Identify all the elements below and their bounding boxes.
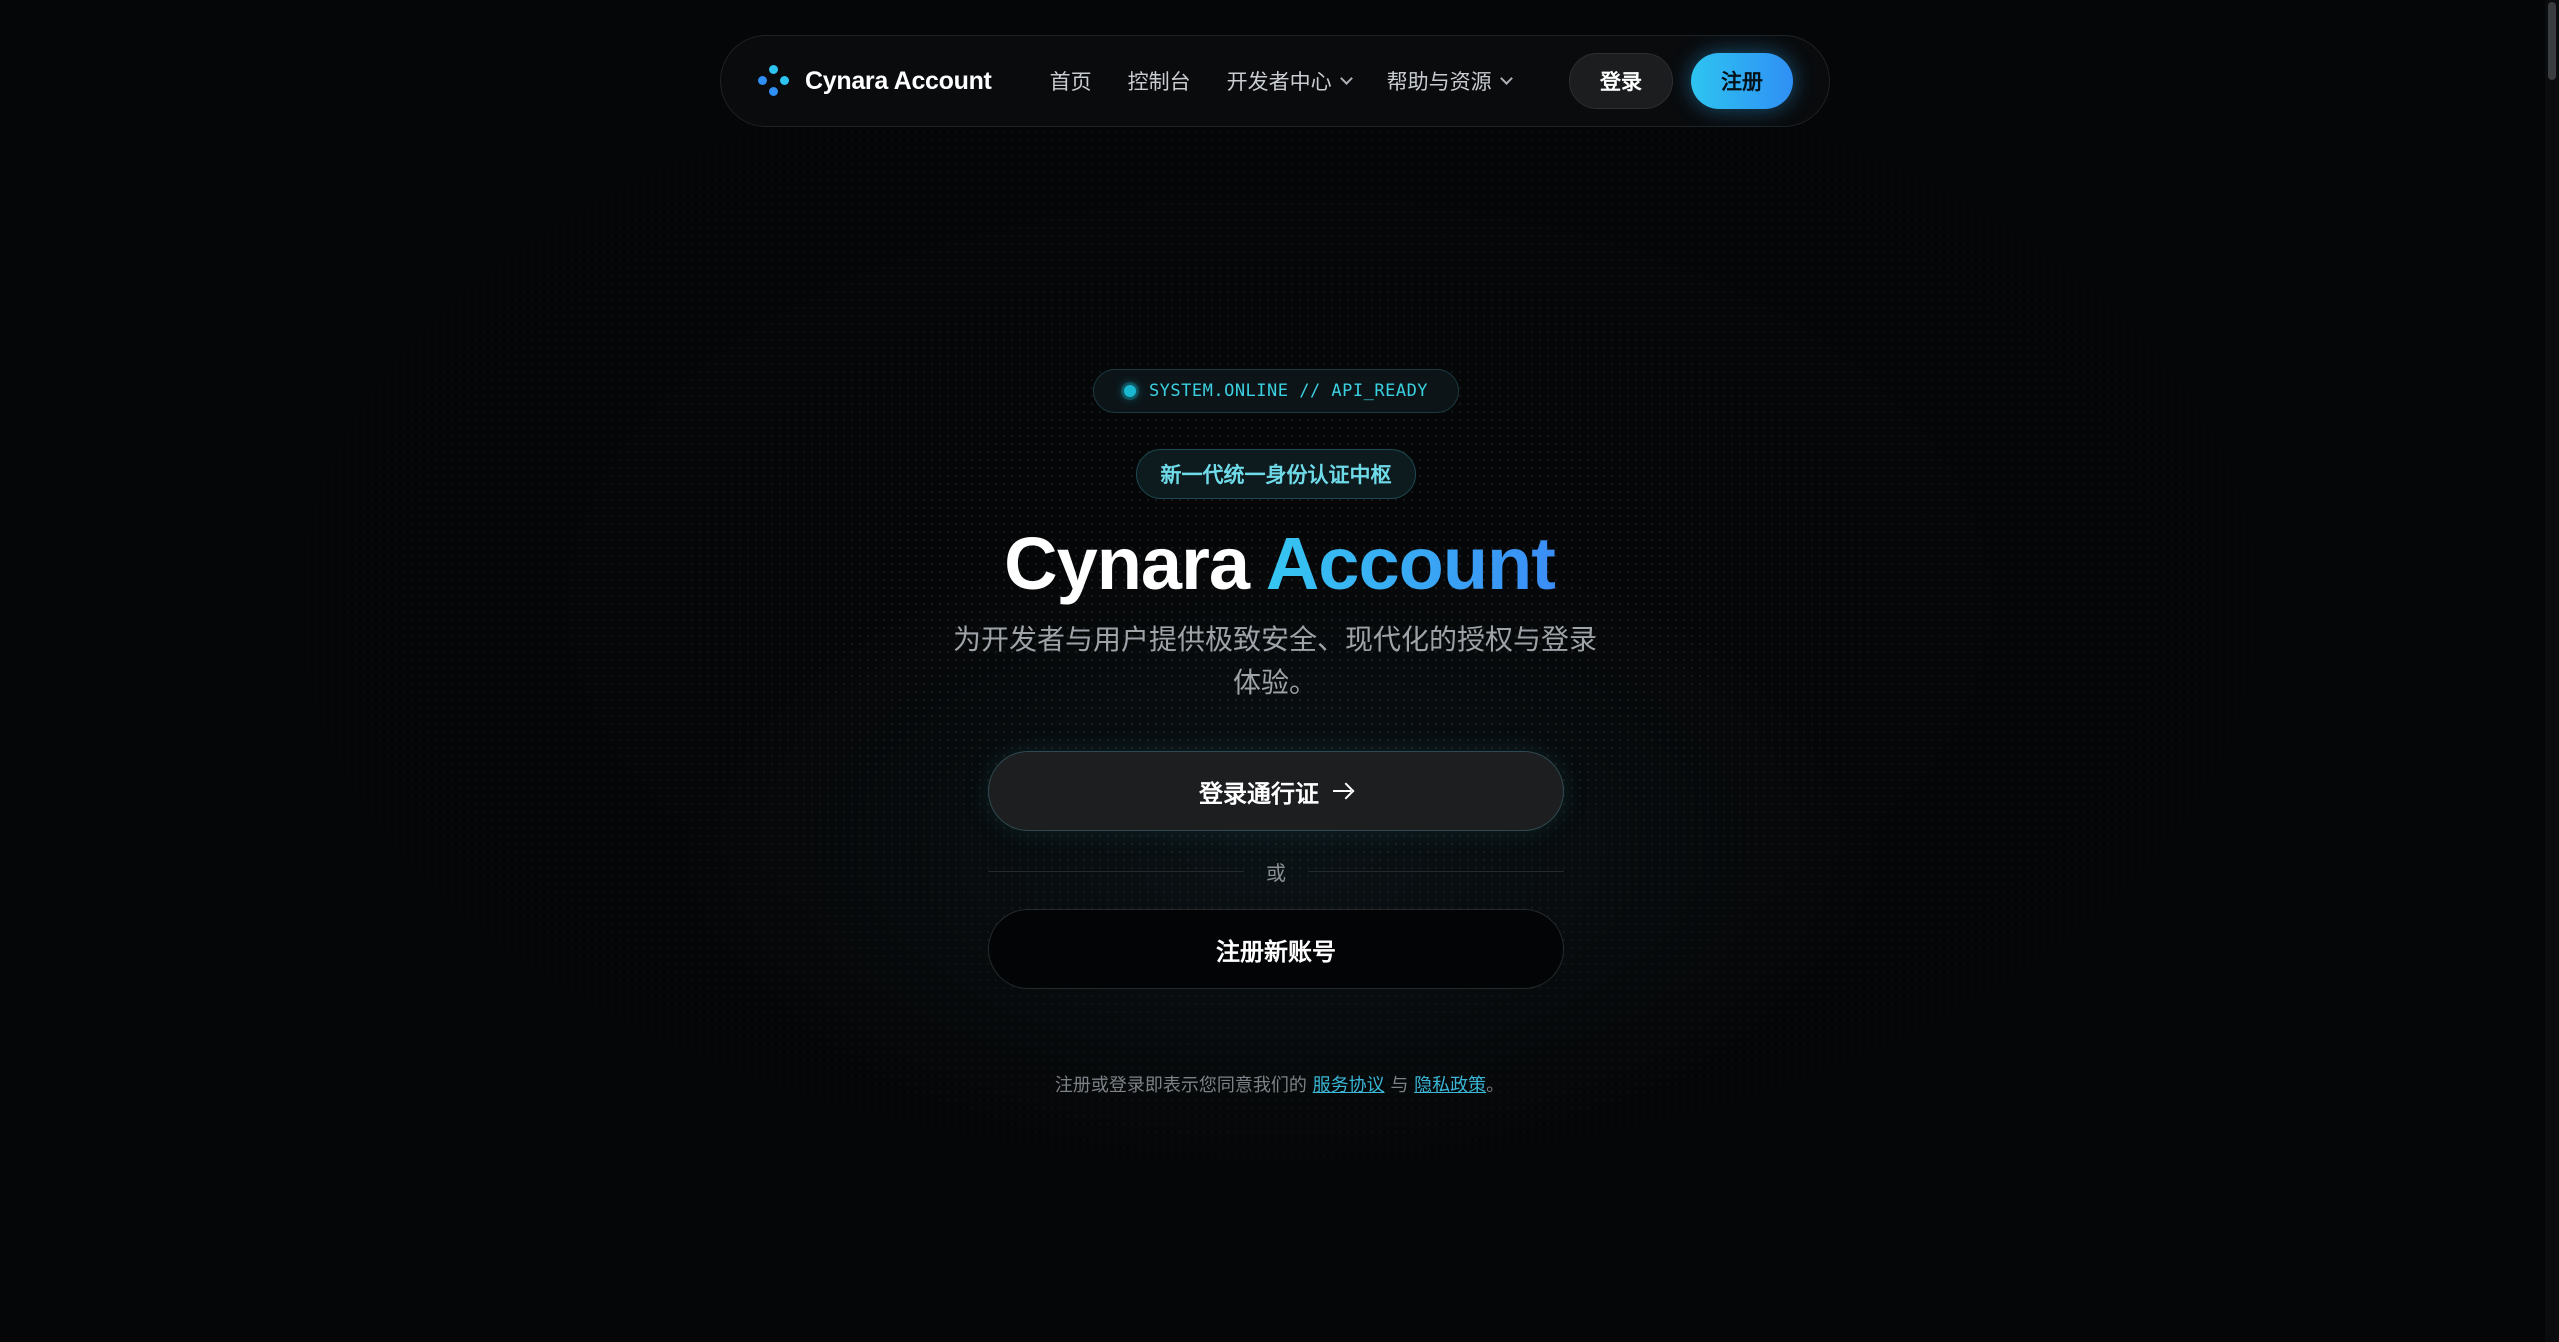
nav-dropdown-help-resources[interactable]: 帮助与资源 (1386, 66, 1513, 96)
brand-logo-icon (757, 64, 791, 98)
brand-title: Cynara Account (805, 66, 992, 95)
hero-tag-badge: 新一代统一身份认证中枢 (1136, 449, 1416, 499)
terms-prefix: 注册或登录即表示您同意我们的 (1054, 1075, 1307, 1096)
arrow-right-icon (1333, 783, 1353, 799)
nav-dropdown-developer-center[interactable]: 开发者中心 (1226, 66, 1353, 96)
or-divider: 或 (988, 858, 1564, 885)
privacy-policy-link[interactable]: 隐私政策 (1414, 1075, 1486, 1096)
terms-suffix: 。 (1486, 1075, 1505, 1096)
nav-actions: 登录 注册 (1569, 53, 1793, 109)
terms-joiner: 与 (1390, 1075, 1409, 1096)
nav-link-label: 首页 (1049, 70, 1092, 94)
register-button[interactable]: 注册 (1691, 53, 1793, 109)
nav-link-label: 控制台 (1127, 70, 1191, 94)
brand[interactable]: Cynara Account (757, 64, 992, 98)
divider-text: 或 (1266, 860, 1286, 885)
chevron-down-icon (1339, 71, 1353, 85)
divider-line (988, 870, 1244, 872)
login-button[interactable]: 登录 (1569, 53, 1673, 109)
hero-title-accent: Account (1265, 522, 1556, 605)
hero-title: Cynara Account (0, 518, 2559, 610)
terms-notice: 注册或登录即表示您同意我们的 服务协议 与 隐私政策。 (0, 1071, 2559, 1097)
nav-link-home[interactable]: 首页 (1050, 66, 1092, 96)
page-scrollbar[interactable] (2545, 0, 2559, 1342)
nav-link-console[interactable]: 控制台 (1128, 66, 1191, 96)
divider-line (1308, 870, 1564, 872)
hero-title-main: Cynara (1004, 522, 1250, 605)
login-pass-button[interactable]: 登录通行证 (988, 751, 1564, 831)
scrollbar-thumb[interactable] (2548, 2, 2556, 80)
login-pass-button-label: 登录通行证 (1199, 779, 1319, 808)
nav-link-label: 帮助与资源 (1386, 70, 1492, 94)
system-status-badge: SYSTEM.ONLINE // API_READY (1093, 369, 1459, 413)
hero-subtitle: 为开发者与用户提供极致安全、现代化的授权与登录体验。 (952, 623, 1597, 699)
top-navbar: Cynara Account 首页 控制台 开发者中心 帮助与资源 登录 注册 (720, 35, 1830, 127)
nav-links: 首页 控制台 开发者中心 帮助与资源 (1050, 66, 1547, 96)
chevron-down-icon (1499, 71, 1513, 85)
status-online-dot-icon (1123, 385, 1136, 397)
register-new-account-button[interactable]: 注册新账号 (988, 909, 1564, 989)
system-status-text: SYSTEM.ONLINE // API_READY (1148, 381, 1429, 401)
nav-link-label: 开发者中心 (1226, 70, 1332, 94)
service-agreement-link[interactable]: 服务协议 (1313, 1075, 1385, 1096)
